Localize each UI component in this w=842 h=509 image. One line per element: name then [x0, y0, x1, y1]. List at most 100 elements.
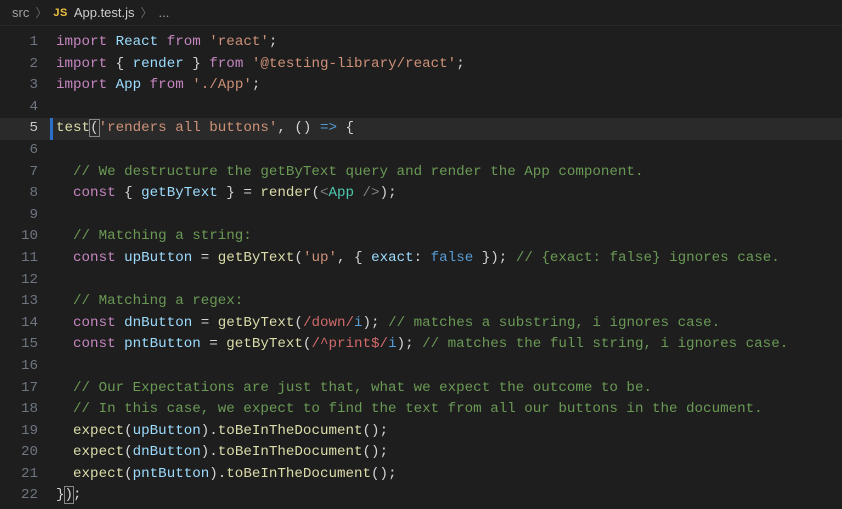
- token: App: [328, 185, 354, 201]
- code-line[interactable]: 1import React from 'react';: [0, 32, 842, 54]
- token: toBeInTheDocument: [226, 466, 371, 482]
- line-number[interactable]: 13: [0, 291, 56, 313]
- token: import: [56, 56, 107, 72]
- breadcrumb-trail[interactable]: ...: [159, 5, 170, 20]
- line-number[interactable]: 21: [0, 464, 56, 486]
- token: [56, 185, 73, 201]
- line-content[interactable]: expect(pntButton).toBeInTheDocument();: [56, 464, 842, 486]
- code-line[interactable]: 6: [0, 140, 842, 162]
- token: from: [209, 56, 243, 72]
- line-content[interactable]: import { render } from '@testing-library…: [56, 54, 842, 76]
- code-editor[interactable]: 1import React from 'react';2import { ren…: [0, 26, 842, 509]
- code-line[interactable]: 9: [0, 205, 842, 227]
- line-content[interactable]: const upButton = getByText('up', { exact…: [56, 248, 842, 270]
- line-number[interactable]: 4: [0, 97, 56, 119]
- token: ();: [363, 444, 389, 460]
- token: dnButton: [133, 444, 201, 460]
- token: render: [260, 185, 311, 201]
- token: [56, 466, 73, 482]
- token: upButton: [133, 423, 201, 439]
- token: {: [107, 56, 133, 72]
- line-content[interactable]: // We destructure the getByText query an…: [56, 162, 842, 184]
- code-line[interactable]: 11 const upButton = getByText('up', { ex…: [0, 248, 842, 270]
- code-line[interactable]: 16: [0, 356, 842, 378]
- line-number[interactable]: 17: [0, 378, 56, 400]
- line-number[interactable]: 16: [0, 356, 56, 378]
- line-number[interactable]: 11: [0, 248, 56, 270]
- token: [56, 336, 73, 352]
- code-line[interactable]: 22});: [0, 485, 842, 507]
- line-content[interactable]: // In this case, we expect to find the t…: [56, 399, 842, 421]
- breadcrumb[interactable]: src 〉 JS App.test.js 〉 ...: [0, 0, 842, 26]
- line-number[interactable]: 2: [0, 54, 56, 76]
- token: ): [380, 185, 389, 201]
- line-content[interactable]: expect(upButton).toBeInTheDocument();: [56, 421, 842, 443]
- line-content[interactable]: import React from 'react';: [56, 32, 842, 54]
- token: import: [56, 77, 107, 93]
- line-number[interactable]: 10: [0, 226, 56, 248]
- code-line[interactable]: 18 // In this case, we expect to find th…: [0, 399, 842, 421]
- line-number[interactable]: 9: [0, 205, 56, 227]
- code-line[interactable]: 12: [0, 270, 842, 292]
- token: render: [133, 56, 184, 72]
- line-content[interactable]: test('renders all buttons', () => {: [56, 118, 842, 140]
- line-content[interactable]: const pntButton = getByText(/^print$/i);…: [56, 334, 842, 356]
- line-content[interactable]: import App from './App';: [56, 75, 842, 97]
- token: [56, 401, 73, 417]
- line-number[interactable]: 18: [0, 399, 56, 421]
- code-line[interactable]: 3import App from './App';: [0, 75, 842, 97]
- token: // {exact: false} ignores case.: [516, 250, 780, 266]
- code-line[interactable]: 8 const { getByText } = render(<App />);: [0, 183, 842, 205]
- line-content[interactable]: expect(dnButton).toBeInTheDocument();: [56, 442, 842, 464]
- token: // Our Expectations are just that, what …: [73, 380, 652, 396]
- token: test: [56, 120, 90, 136]
- line-content[interactable]: });: [56, 485, 842, 507]
- code-line[interactable]: 5test('renders all buttons', () => {: [0, 118, 842, 140]
- token: upButton: [124, 250, 192, 266]
- line-number[interactable]: 22: [0, 485, 56, 507]
- code-line[interactable]: 17 // Our Expectations are just that, wh…: [0, 378, 842, 400]
- line-number[interactable]: 14: [0, 313, 56, 335]
- token: {: [337, 120, 354, 136]
- line-content[interactable]: const dnButton = getByText(/down/i); // …: [56, 313, 842, 335]
- token: React: [116, 34, 159, 50]
- line-content[interactable]: const { getByText } = render(<App />);: [56, 183, 842, 205]
- code-line[interactable]: 4: [0, 97, 842, 119]
- token: // In this case, we expect to find the t…: [73, 401, 763, 417]
- code-line[interactable]: 21 expect(pntButton).toBeInTheDocument()…: [0, 464, 842, 486]
- code-line[interactable]: 7 // We destructure the getByText query …: [0, 162, 842, 184]
- code-line[interactable]: 2import { render } from '@testing-librar…: [0, 54, 842, 76]
- line-number[interactable]: 5: [0, 118, 56, 140]
- token: getByText: [218, 315, 295, 331]
- token: />: [363, 185, 380, 201]
- token: (: [124, 423, 133, 439]
- line-number[interactable]: 15: [0, 334, 56, 356]
- code-line[interactable]: 13 // Matching a regex:: [0, 291, 842, 313]
- token: const: [73, 250, 116, 266]
- token: toBeInTheDocument: [218, 444, 363, 460]
- line-content[interactable]: // Matching a regex:: [56, 291, 842, 313]
- line-number[interactable]: 1: [0, 32, 56, 54]
- code-line[interactable]: 20 expect(dnButton).toBeInTheDocument();: [0, 442, 842, 464]
- line-number[interactable]: 8: [0, 183, 56, 205]
- line-number[interactable]: 20: [0, 442, 56, 464]
- token: ).: [209, 466, 226, 482]
- line-content[interactable]: // Our Expectations are just that, what …: [56, 378, 842, 400]
- line-number[interactable]: 7: [0, 162, 56, 184]
- code-line[interactable]: 19 expect(upButton).toBeInTheDocument();: [0, 421, 842, 443]
- token: ;: [252, 77, 261, 93]
- line-number[interactable]: 3: [0, 75, 56, 97]
- breadcrumb-file[interactable]: App.test.js: [74, 5, 135, 20]
- line-number[interactable]: 12: [0, 270, 56, 292]
- token: [311, 120, 320, 136]
- code-line[interactable]: 10 // Matching a string:: [0, 226, 842, 248]
- breadcrumb-root[interactable]: src: [12, 5, 29, 20]
- line-number[interactable]: 19: [0, 421, 56, 443]
- token: // matches a substring, i ignores case.: [388, 315, 720, 331]
- line-content[interactable]: // Matching a string:: [56, 226, 842, 248]
- code-line[interactable]: 15 const pntButton = getByText(/^print$/…: [0, 334, 842, 356]
- line-number[interactable]: 6: [0, 140, 56, 162]
- token: [56, 380, 73, 396]
- token: (: [294, 250, 303, 266]
- code-line[interactable]: 14 const dnButton = getByText(/down/i); …: [0, 313, 842, 335]
